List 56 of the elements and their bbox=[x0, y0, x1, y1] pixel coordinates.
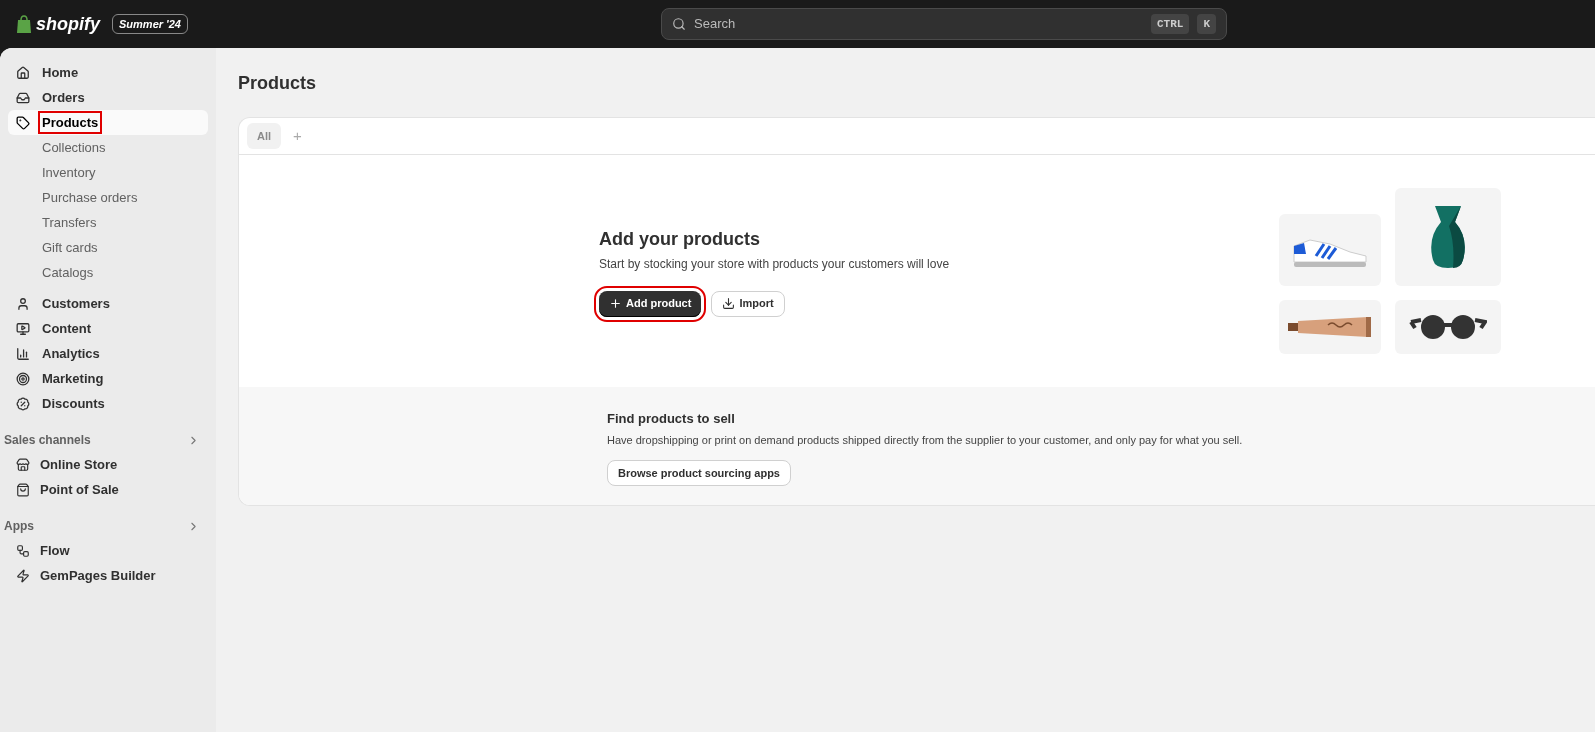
sidebar-item[interactable]: Online Store bbox=[8, 452, 208, 477]
logo-bag-icon bbox=[16, 14, 32, 34]
workflow-icon bbox=[16, 543, 30, 558]
item-label: Marketing bbox=[41, 369, 105, 388]
download-icon bbox=[722, 297, 736, 310]
search-bar[interactable]: Search CTRL K bbox=[661, 8, 1227, 40]
sidebar-item[interactable]: Products bbox=[8, 110, 208, 135]
sidebar-item[interactable]: Flow bbox=[8, 538, 208, 563]
search-icon bbox=[672, 17, 686, 31]
item-label: Content bbox=[41, 319, 93, 338]
import-button[interactable]: Import bbox=[711, 290, 785, 317]
item-label: Home bbox=[41, 63, 80, 82]
tag-icon bbox=[16, 115, 30, 130]
bag-icon bbox=[16, 482, 30, 497]
edition-badge: Summer '24 bbox=[112, 13, 188, 35]
sourcing-title: Find products to sell bbox=[607, 410, 736, 428]
sidebar-item[interactable]: GemPages Builder bbox=[8, 563, 208, 588]
sidebar-subitem[interactable]: Purchase orders bbox=[8, 185, 208, 210]
sidebar-item[interactable]: Customers bbox=[8, 291, 208, 316]
page-title: Products bbox=[238, 72, 317, 95]
target-icon bbox=[16, 371, 30, 386]
badge-icon bbox=[16, 396, 30, 411]
shortcut-key: K bbox=[1197, 13, 1216, 35]
sidebar-item[interactable]: Point of Sale bbox=[8, 477, 208, 502]
sidebar-subitem[interactable]: Inventory bbox=[8, 160, 208, 185]
sidebar-item[interactable]: Discounts bbox=[8, 391, 208, 416]
sidebar-item[interactable]: Home bbox=[8, 60, 208, 85]
bolt-icon bbox=[16, 568, 30, 583]
sidebar-item[interactable]: Orders bbox=[8, 85, 208, 110]
plus-icon bbox=[609, 297, 622, 310]
sidebar-subitem[interactable]: Gift cards bbox=[8, 235, 208, 260]
empty-state-title: Add your products bbox=[599, 227, 761, 251]
section-heading: Sales channels bbox=[4, 432, 91, 449]
item-label: Analytics bbox=[41, 344, 101, 363]
sidebar-item[interactable]: Content bbox=[8, 316, 208, 341]
browse-apps-button[interactable]: Browse product sourcing apps bbox=[607, 460, 791, 486]
search-input[interactable]: Search bbox=[694, 14, 1143, 34]
home-icon bbox=[16, 65, 30, 80]
item-label: Orders bbox=[41, 88, 86, 107]
section-heading: Apps bbox=[4, 518, 34, 535]
sidebar-item[interactable]: Marketing bbox=[8, 366, 208, 391]
item-label: Discounts bbox=[41, 394, 106, 413]
person-icon bbox=[16, 296, 30, 311]
store-icon bbox=[16, 457, 30, 472]
sidebar-subitem[interactable]: Collections bbox=[8, 135, 208, 160]
shortcut-key: CTRL bbox=[1151, 13, 1190, 35]
sourcing-text: Have dropshipping or print on demand products shipped directly from the supplier to your customer, and only pay for what you sell. bbox=[607, 432, 1244, 448]
sidebar-item[interactable]: Analytics bbox=[8, 341, 208, 366]
logo-text: shopify bbox=[36, 12, 100, 36]
sidebar-subitem[interactable]: Catalogs bbox=[8, 260, 208, 285]
inbox-icon bbox=[16, 90, 30, 105]
empty-state-text: Start by stocking your store with products your customers will love bbox=[599, 255, 951, 273]
item-label: Customers bbox=[41, 294, 111, 313]
item-label: Products bbox=[40, 112, 101, 133]
bar-chart-icon bbox=[16, 346, 30, 361]
sidebar-subitem[interactable]: Transfers bbox=[8, 210, 208, 235]
